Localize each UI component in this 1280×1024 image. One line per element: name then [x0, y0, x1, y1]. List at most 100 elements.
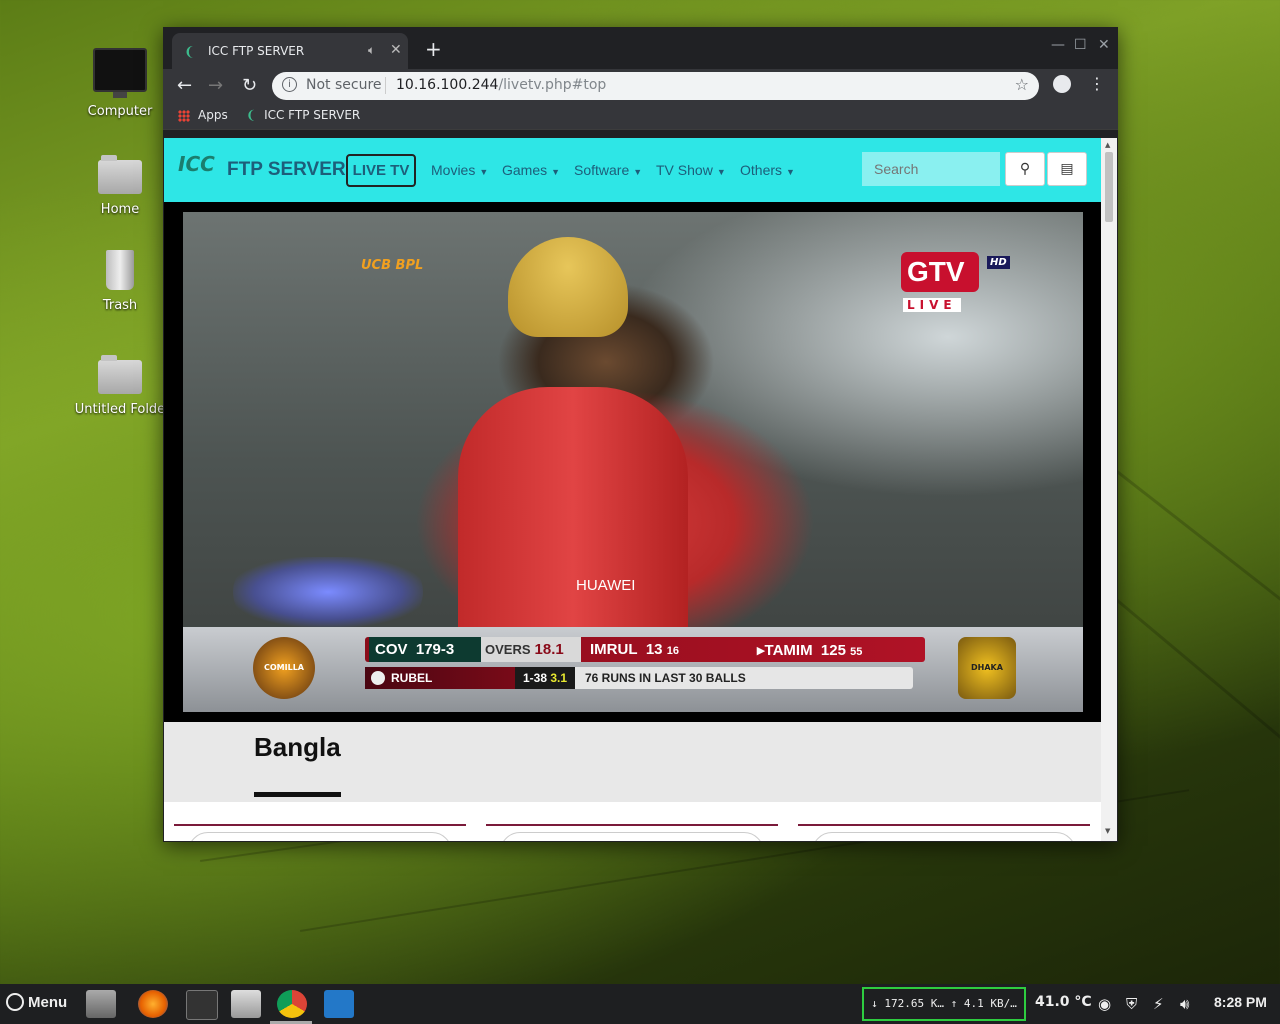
desktop-icon-computer[interactable]: Computer: [72, 48, 168, 119]
sponsor-text: HUAWEI: [576, 577, 636, 594]
reload-icon[interactable]: ↻: [242, 75, 257, 96]
chevron-down-icon: ▼: [633, 167, 643, 177]
url-path: /livetv.php#top: [498, 77, 607, 93]
home-folder-icon: [98, 155, 142, 194]
url-text[interactable]: 10.16.100.244/livetv.php#top: [396, 77, 606, 93]
address-bar[interactable]: i Not secure 10.16.100.244/livetv.php#to…: [272, 72, 1039, 100]
tab-title: ICC FTP SERVER: [208, 44, 305, 58]
forward-icon[interactable]: →: [208, 75, 223, 96]
browser-menu-icon[interactable]: ⋮: [1089, 74, 1105, 93]
folder-icon: [98, 355, 142, 394]
speaker-icon[interactable]: 🔈︎: [368, 43, 375, 58]
score-bar: COMILLA COV 179-3 OVERS 18.1 IMRUL 13 16 …: [183, 627, 1083, 712]
terminal-icon[interactable]: [186, 990, 218, 1020]
search-input[interactable]: [862, 152, 1000, 186]
channel-card[interactable]: [174, 824, 466, 841]
nav-tv-show[interactable]: TV Show ▼: [656, 162, 726, 178]
channel-name: GTV: [901, 252, 979, 292]
desktop-icon-trash[interactable]: Trash: [72, 250, 168, 313]
nav-games[interactable]: Games ▼: [502, 162, 560, 178]
account-icon[interactable]: [1053, 75, 1071, 93]
league-logo: UCB BPL: [361, 258, 424, 273]
channel-logo: GTV HD LIVE: [901, 252, 1010, 312]
section-underline: [254, 792, 341, 797]
channel-card[interactable]: [486, 824, 778, 841]
player-jersey: [458, 387, 688, 637]
channel-hd-badge: HD: [987, 256, 1010, 269]
desktop-icon-untitled-folder[interactable]: Untitled Folde: [72, 355, 168, 417]
clock[interactable]: 8:28 PM: [1214, 994, 1267, 1010]
info-icon[interactable]: i: [282, 77, 297, 92]
trash-icon: [106, 250, 134, 290]
desktop-icon-label: Computer: [87, 104, 153, 119]
chevron-down-icon: ▼: [786, 167, 795, 177]
browser-tab[interactable]: ❨ ICC FTP SERVER 🔈︎ ✕: [172, 33, 408, 69]
close-tab-icon[interactable]: ✕: [390, 42, 402, 58]
scroll-down-icon[interactable]: ▼: [1105, 827, 1110, 835]
desktop-icon-home[interactable]: Home: [72, 155, 168, 217]
scroll-up-icon[interactable]: ▲: [1105, 141, 1110, 149]
page-scrollbar[interactable]: ▲ ▼: [1101, 138, 1117, 841]
nav-software[interactable]: Software ▼: [574, 162, 642, 178]
maximize-icon[interactable]: ☐: [1074, 37, 1087, 53]
site-brand[interactable]: FTP SERVER: [227, 159, 346, 181]
bookmark-apps[interactable]: Apps: [178, 108, 228, 122]
taskbar: Menu ↓ 172.65 K… ↑ 4.1 KB/… 41.0 °C ◉ ⛨ …: [0, 984, 1280, 1024]
start-menu-button[interactable]: Menu: [6, 993, 67, 1011]
nav-movies[interactable]: Movies ▼: [431, 162, 488, 178]
chevron-down-icon: ▼: [551, 167, 561, 177]
search-button[interactable]: ⚲: [1005, 152, 1045, 186]
bookmark-icc-ftp-server[interactable]: ❨ ICC FTP SERVER: [246, 108, 360, 122]
back-icon[interactable]: ←: [177, 75, 192, 96]
desktop-icon-label: Home: [100, 202, 140, 217]
icc-favicon-icon: ❨: [246, 108, 257, 122]
chrome-tray-icon[interactable]: ◉: [1098, 995, 1111, 1013]
bookmark-star-icon[interactable]: ☆: [1015, 75, 1029, 94]
minimize-icon[interactable]: —: [1051, 37, 1065, 53]
browser-toolbar: ← → ↻ i Not secure 10.16.100.244/livetv.…: [163, 69, 1118, 103]
score-overs: OVERS 18.1: [481, 637, 581, 662]
divider: [385, 77, 386, 94]
network-monitor[interactable]: ↓ 172.65 K… ↑ 4.1 KB/…: [862, 987, 1026, 1021]
crowd-blur: [233, 557, 423, 627]
scroll-thumb[interactable]: [1105, 152, 1113, 222]
browser-window: ❨ ICC FTP SERVER 🔈︎ ✕ + — ☐ ✕ ← → ↻ i No…: [163, 27, 1118, 842]
channel-cards: [164, 802, 1101, 841]
chrome-icon[interactable]: [277, 990, 307, 1018]
files-icon[interactable]: [231, 990, 261, 1018]
live-tv-button[interactable]: LIVE TV: [346, 154, 416, 187]
new-tab-button[interactable]: +: [425, 37, 442, 61]
bookmark-label: ICC FTP SERVER: [264, 108, 361, 122]
section-title: Bangla: [254, 732, 341, 762]
apps-grid-icon: [178, 109, 190, 122]
channel-card[interactable]: [798, 824, 1090, 841]
shield-icon[interactable]: ⛨: [1126, 995, 1137, 1013]
batsman-1: IMRUL 13 16: [590, 641, 679, 658]
show-desktop-icon[interactable]: [86, 990, 116, 1018]
icc-logo[interactable]: ICC: [178, 152, 215, 176]
network-icon[interactable]: ⚡: [1153, 995, 1164, 1013]
nav-others[interactable]: Others ▼: [740, 162, 795, 178]
volume-icon[interactable]: 🔊︎: [1180, 995, 1189, 1013]
url-host: 10.16.100.244: [396, 77, 499, 93]
vscode-icon[interactable]: [324, 990, 354, 1018]
chevron-down-icon: ▼: [479, 167, 489, 177]
close-window-icon[interactable]: ✕: [1098, 37, 1110, 53]
cricket-ball-icon: [371, 671, 385, 685]
web-page: ICC FTP SERVER LIVE TV Movies ▼ Games ▼ So…: [164, 138, 1101, 841]
bookmark-label: Apps: [198, 108, 228, 122]
category-section: Bangla: [164, 722, 1101, 802]
desktop-icon-label: Trash: [102, 298, 138, 313]
desktop-icon-label: Untitled Folde: [74, 402, 166, 417]
film-button[interactable]: ▤: [1047, 152, 1087, 186]
score-team: COV 179-3: [369, 637, 481, 662]
video-player[interactable]: HUAWEI UCB BPL GTV HD LIVE COMILLA COV 1…: [164, 202, 1101, 722]
menu-logo-icon: [6, 993, 24, 1011]
firefox-icon[interactable]: [138, 990, 168, 1018]
menu-label: Menu: [28, 994, 68, 1011]
security-label: Not secure: [306, 77, 382, 93]
batsman-2: ▸TAMIM 125 55: [757, 642, 863, 659]
team-left-logo: COMILLA: [253, 637, 315, 699]
score-bottom-row: RUBEL 1-38 3.1 76 RUNS IN LAST 30 BALLS: [365, 667, 913, 689]
bookmarks-bar: Apps ❨ ICC FTP SERVER: [163, 103, 1118, 130]
